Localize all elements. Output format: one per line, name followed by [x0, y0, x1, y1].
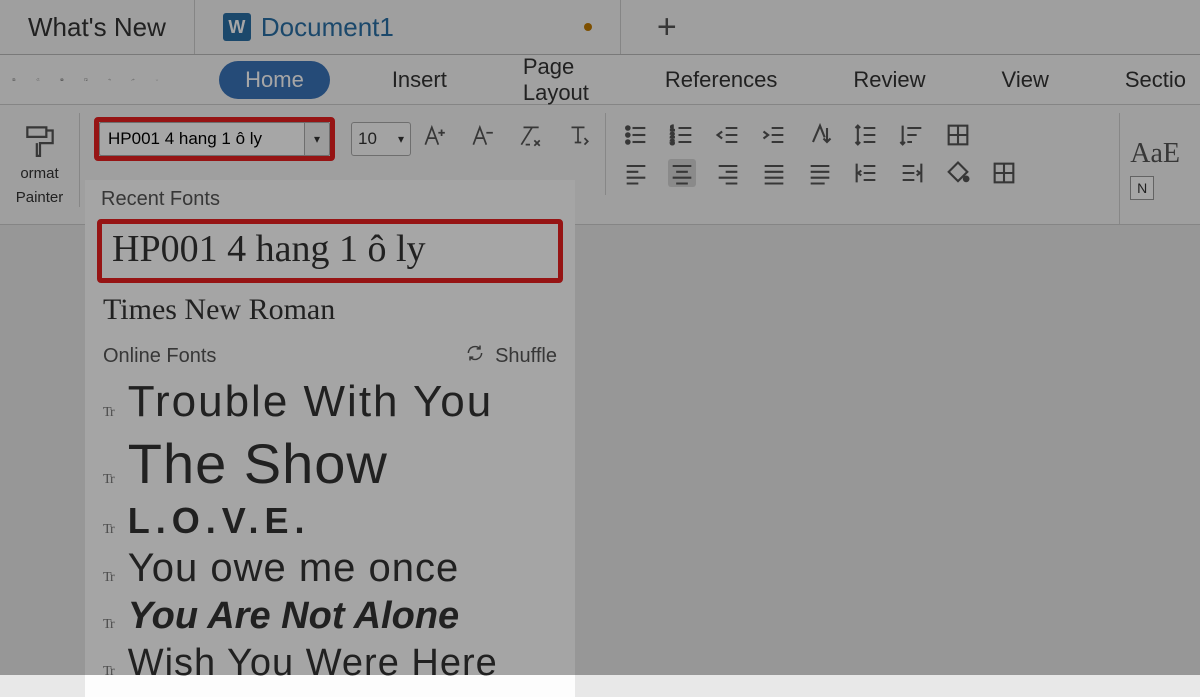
- paintbrush-icon: [21, 121, 59, 159]
- font-sample: You Are Not Alone: [128, 595, 459, 638]
- font-dropdown-toggle[interactable]: ▾: [304, 122, 330, 156]
- font-option-love[interactable]: Tr L.O.V.E.: [103, 498, 557, 544]
- line-spacing-icon[interactable]: [852, 121, 880, 149]
- styles-mini[interactable]: N: [1130, 176, 1154, 200]
- borders-icon[interactable]: [944, 121, 972, 149]
- truetype-icon: Tr: [103, 472, 114, 488]
- ribbon-tab-sections[interactable]: Sectio: [1111, 61, 1200, 99]
- bullets-icon[interactable]: [622, 121, 650, 149]
- indent-left-icon[interactable]: [852, 159, 880, 187]
- numbering-icon[interactable]: 123: [668, 121, 696, 149]
- undo-icon[interactable]: [108, 65, 112, 95]
- font-sample: L.O.V.E.: [128, 500, 311, 542]
- truetype-icon: Tr: [103, 405, 114, 421]
- new-tab-button[interactable]: +: [621, 0, 713, 54]
- font-sample: Trouble With You: [128, 377, 493, 427]
- font-option-times[interactable]: Times New Roman: [85, 287, 575, 333]
- ribbon-tab-insert[interactable]: Insert: [378, 61, 461, 99]
- print-preview-icon[interactable]: [84, 65, 88, 95]
- shuffle-button[interactable]: Shuffle: [495, 345, 557, 368]
- font-option-alone[interactable]: Tr You Are Not Alone: [103, 593, 557, 640]
- increase-font-icon[interactable]: [421, 123, 447, 155]
- more-qa-icon[interactable]: [155, 65, 159, 95]
- ribbon-tab-review[interactable]: Review: [839, 61, 939, 99]
- save-icon[interactable]: [12, 65, 16, 95]
- shading-icon[interactable]: [944, 159, 972, 187]
- truetype-icon: Tr: [103, 570, 114, 586]
- decrease-font-icon[interactable]: [469, 123, 495, 155]
- increase-indent-icon[interactable]: [760, 121, 788, 149]
- format-painter-label2: Painter: [16, 189, 64, 207]
- font-sample: HP001 4 hang 1 ô ly: [112, 230, 548, 268]
- font-dropdown-panel: Recent Fonts HP001 4 hang 1 ô ly Times N…: [85, 180, 575, 697]
- tab-document1[interactable]: W Document1: [195, 0, 621, 54]
- sync-icon[interactable]: [36, 65, 40, 95]
- tab-label: Document1: [261, 12, 394, 43]
- word-doc-icon: W: [223, 13, 251, 41]
- clear-formatting-icon[interactable]: [517, 123, 543, 155]
- truetype-icon: Tr: [103, 617, 114, 633]
- font-option-wish[interactable]: Tr Wish You Were Here: [103, 640, 557, 687]
- align-right-icon[interactable]: [714, 159, 742, 187]
- indent-right-icon[interactable]: [898, 159, 926, 187]
- svg-text:2: 2: [670, 132, 674, 139]
- truetype-icon: Tr: [103, 522, 114, 538]
- text-direction-icon[interactable]: [806, 121, 834, 149]
- distribute-icon[interactable]: [806, 159, 834, 187]
- font-size-value: 10: [358, 129, 377, 149]
- font-sample: You owe me once: [128, 546, 460, 591]
- font-option-owe[interactable]: Tr You owe me once: [103, 544, 557, 593]
- font-name-combo[interactable]: ▾: [94, 117, 335, 161]
- font-sample: Wish You Were Here: [128, 642, 498, 685]
- format-painter-label1: ormat: [20, 165, 58, 183]
- font-sample: The Show: [128, 431, 388, 496]
- online-fonts-label: Online Fonts: [103, 345, 216, 368]
- ribbon-tab-home[interactable]: Home: [219, 61, 330, 99]
- plus-icon: +: [657, 8, 677, 47]
- ribbon-tab-view[interactable]: View: [988, 61, 1063, 99]
- table-icon[interactable]: [990, 159, 1018, 187]
- refresh-icon[interactable]: [465, 343, 485, 369]
- recent-fonts-label: Recent Fonts: [85, 180, 575, 215]
- print-icon[interactable]: [60, 65, 64, 95]
- font-name-input[interactable]: [99, 122, 304, 156]
- ribbon-tab-page-layout[interactable]: Page Layout: [509, 48, 603, 112]
- format-painter-button[interactable]: ormat Painter: [0, 113, 80, 207]
- svg-text:1: 1: [670, 125, 674, 132]
- font-option-trouble[interactable]: Tr Trouble With You: [103, 375, 557, 429]
- truetype-icon: Tr: [103, 664, 114, 680]
- decrease-indent-icon[interactable]: [714, 121, 742, 149]
- ribbon-tab-references[interactable]: References: [651, 61, 792, 99]
- sort-icon[interactable]: [898, 121, 926, 149]
- align-left-icon[interactable]: [622, 159, 650, 187]
- unsaved-indicator-icon: [584, 23, 592, 31]
- font-sample: Times New Roman: [103, 293, 335, 326]
- font-option-the-show[interactable]: Tr The Show: [103, 429, 557, 498]
- font-size-combo[interactable]: 10 ▾: [351, 122, 411, 156]
- align-justify-icon[interactable]: [760, 159, 788, 187]
- text-effects-icon[interactable]: [565, 123, 591, 155]
- tab-label: What's New: [28, 12, 166, 43]
- redo-icon[interactable]: [131, 65, 135, 95]
- align-center-icon[interactable]: [668, 159, 696, 187]
- font-option-hp001[interactable]: HP001 4 hang 1 ô ly: [97, 219, 563, 283]
- styles-preview[interactable]: AaE: [1130, 138, 1180, 170]
- svg-text:3: 3: [670, 139, 674, 146]
- chevron-down-icon: ▾: [398, 132, 404, 146]
- tab-whats-new[interactable]: What's New: [0, 0, 195, 54]
